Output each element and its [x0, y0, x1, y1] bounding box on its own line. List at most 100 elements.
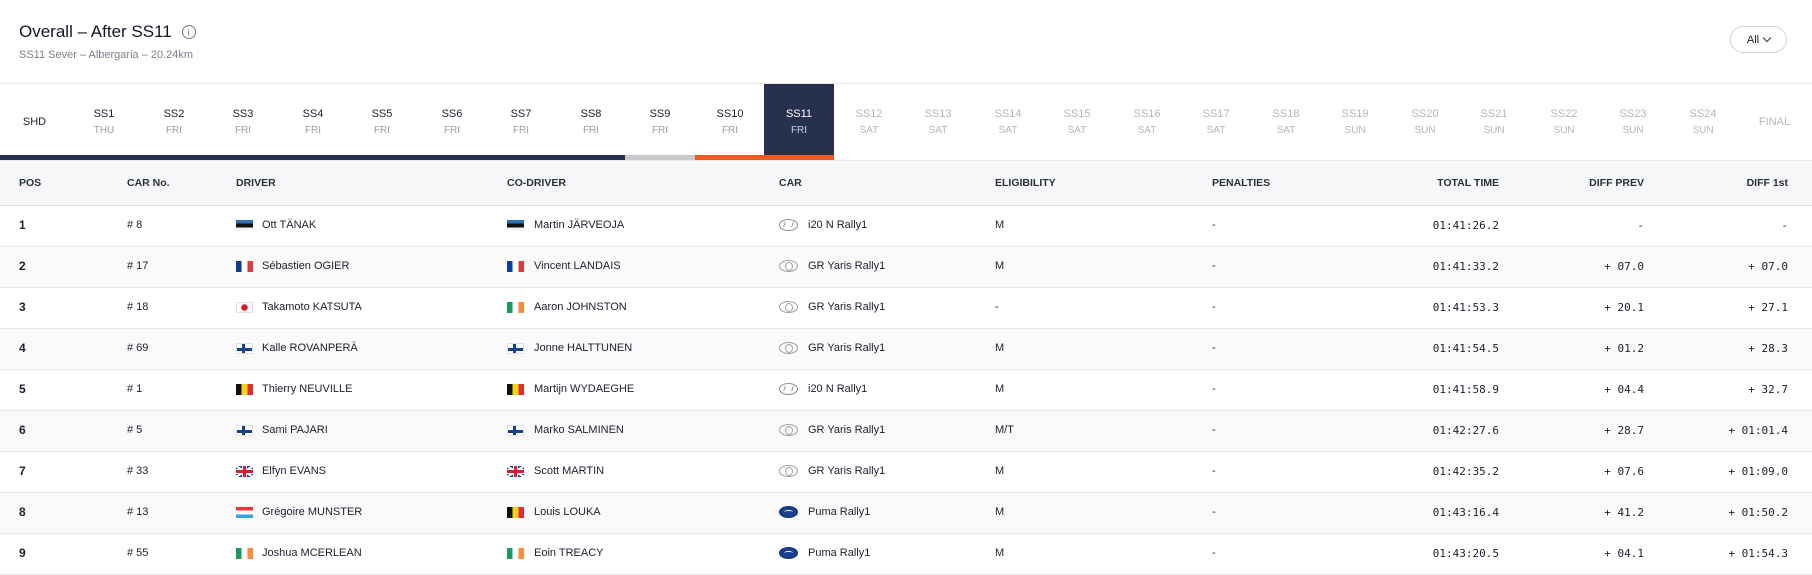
- car-number-cell: # 13: [127, 506, 149, 518]
- stage-tab-shd[interactable]: SHD: [0, 84, 69, 160]
- stage-tab-ss23[interactable]: SS23 SUN: [1598, 84, 1668, 160]
- table-row[interactable]: 5 # 1 Thierry NEUVILLE Martijn WYDAEGHE i20 …: [0, 370, 1812, 411]
- stage-day: SAT: [928, 125, 948, 136]
- stage-tab-ss5[interactable]: SS5 FRI: [347, 84, 417, 160]
- stage-name: SS18: [1272, 108, 1300, 120]
- stage-tab-ss17[interactable]: SS17 SAT: [1181, 84, 1251, 160]
- driver-name[interactable]: Elfyn EVANS: [262, 465, 326, 477]
- stage-tab-ss1[interactable]: SS1 THU: [69, 84, 139, 160]
- driver-name[interactable]: Joshua MCERLEAN: [262, 547, 362, 559]
- stage-day: FRI: [165, 125, 183, 136]
- stage-tab-ss10[interactable]: SS10 FRI: [695, 84, 765, 160]
- stage-tab-ss18[interactable]: SS18 SAT: [1251, 84, 1321, 160]
- driver-name[interactable]: Sébastien OGIER: [262, 260, 349, 272]
- car-number-cell: # 18: [127, 301, 149, 313]
- diff-first-cell: + 01:54.3: [1728, 547, 1788, 560]
- driver-name[interactable]: Ott TÄNAK: [262, 219, 316, 231]
- co-driver-name[interactable]: Scott MARTIN: [534, 465, 604, 477]
- diff-first-cell: + 01:01.4: [1728, 424, 1788, 437]
- stage-day: SAT: [1276, 125, 1296, 136]
- stage-name: SS3: [232, 108, 254, 120]
- col-total-time[interactable]: TOTAL TIME: [1437, 177, 1499, 189]
- stage-tab-ss7[interactable]: SS7 FRI: [486, 84, 556, 160]
- table-row[interactable]: 6 # 5 Sami PAJARI Marko SALMINEN GR Yaris Ra…: [0, 411, 1812, 452]
- stage-tab-ss24[interactable]: SS24 SUN: [1668, 84, 1738, 160]
- stage-tab-ss8[interactable]: SS8 FRI: [556, 84, 626, 160]
- co-driver-name[interactable]: Martijn WYDAEGHE: [534, 383, 634, 395]
- stage-tab-ss15[interactable]: SS15 SAT: [1042, 84, 1112, 160]
- driver-name[interactable]: Sami PAJARI: [262, 424, 328, 436]
- col-car[interactable]: CAR: [779, 177, 802, 189]
- driver-name[interactable]: Grégoire MUNSTER: [262, 506, 362, 518]
- col-driver[interactable]: DRIVER: [236, 177, 276, 189]
- toyota-logo-icon: [779, 301, 798, 313]
- stage-tab-ss22[interactable]: SS22 SUN: [1529, 84, 1599, 160]
- table-row[interactable]: 8 # 13 Grégoire MUNSTER Louis LOUKA Puma Ral…: [0, 493, 1812, 534]
- col-penalties[interactable]: PENALTIES: [1212, 177, 1270, 189]
- stage-tab-ss11[interactable]: SS11 FRI: [764, 84, 834, 160]
- col-car-no[interactable]: CAR No.: [127, 177, 170, 189]
- col-diff-prev[interactable]: DIFF PREV: [1589, 177, 1644, 189]
- car-model-cell: GR Yaris Rally1: [808, 301, 886, 313]
- finland-flag-icon: [507, 343, 524, 354]
- toyota-logo-icon: [779, 260, 798, 272]
- co-driver-name[interactable]: Louis LOUKA: [534, 506, 601, 518]
- stage-tab-ss14[interactable]: SS14 SAT: [973, 84, 1043, 160]
- stage-tab-ss12[interactable]: SS12 SAT: [834, 84, 904, 160]
- stage-tab-ss4[interactable]: SS4 FRI: [278, 84, 348, 160]
- driver-name[interactable]: Takamoto KATSUTA: [262, 301, 362, 313]
- stage-day: FRI: [721, 125, 739, 136]
- stage-tab-ss6[interactable]: SS6 FRI: [417, 84, 487, 160]
- results-header: Overall – After SS11 SS11 Sever – Alberg…: [0, 0, 1812, 84]
- stage-name: SS5: [371, 108, 393, 120]
- class-filter-dropdown[interactable]: All: [1730, 26, 1787, 53]
- col-co-driver[interactable]: CO-DRIVER: [507, 177, 566, 189]
- table-row[interactable]: 3 # 18 Takamoto KATSUTA Aaron JOHNSTON GR Ya…: [0, 288, 1812, 329]
- table-row[interactable]: 2 # 17 Sébastien OGIER Vincent LANDAIS GR Ya…: [0, 247, 1812, 288]
- stage-tab-ss21[interactable]: SS21 SUN: [1459, 84, 1529, 160]
- finland-flag-icon: [236, 343, 253, 354]
- driver-name[interactable]: Kalle ROVANPERÄ: [262, 342, 358, 354]
- co-driver-name[interactable]: Martin JÄRVEOJA: [534, 219, 624, 231]
- stage-name: SS13: [924, 108, 952, 120]
- estonia-flag-icon: [236, 220, 253, 231]
- position-cell: 4: [19, 341, 26, 355]
- car-model-cell: i20 N Rally1: [808, 219, 868, 231]
- stage-tab-ss3[interactable]: SS3 FRI: [208, 84, 278, 160]
- stage-tab-ss20[interactable]: SS20 SUN: [1390, 84, 1460, 160]
- co-driver-name[interactable]: Eoin TREACY: [534, 547, 604, 559]
- stage-tab-ss9[interactable]: SS9 FRI: [625, 84, 695, 160]
- filter-label: All: [1746, 33, 1760, 46]
- stage-tab-ss2[interactable]: SS2 FRI: [139, 84, 209, 160]
- co-driver-name[interactable]: Marko SALMINEN: [534, 424, 624, 436]
- stage-tab-final[interactable]: FINAL: [1737, 84, 1812, 160]
- hyundai-logo-icon: [779, 383, 798, 395]
- penalties-cell: -: [1212, 342, 1216, 354]
- table-row[interactable]: 1 # 8 Ott TÄNAK Martin JÄRVEOJA i20 N Rally1…: [0, 206, 1812, 247]
- driver-name[interactable]: Thierry NEUVILLE: [262, 383, 352, 395]
- info-icon[interactable]: [181, 25, 196, 39]
- co-driver-name[interactable]: Vincent LANDAIS: [534, 260, 621, 272]
- total-time-cell: 01:41:54.5: [1432, 342, 1499, 355]
- co-driver-name[interactable]: Jonne HALTTUNEN: [534, 342, 632, 354]
- stage-name: SS24: [1689, 108, 1717, 120]
- car-model-cell: GR Yaris Rally1: [808, 465, 886, 477]
- co-driver-name[interactable]: Aaron JOHNSTON: [534, 301, 627, 313]
- table-row[interactable]: 9 # 55 Joshua MCERLEAN Eoin TREACY Puma Rall…: [0, 534, 1812, 575]
- stage-tab-ss16[interactable]: SS16 SAT: [1112, 84, 1182, 160]
- car-model-cell: Puma Rally1: [808, 506, 871, 518]
- col-pos[interactable]: POS: [19, 177, 41, 189]
- table-row[interactable]: 7 # 33 Elfyn EVANS Scott MARTIN GR Yaris Ral…: [0, 452, 1812, 493]
- position-cell: 3: [19, 300, 26, 314]
- stage-tab-ss19[interactable]: SS19 SUN: [1320, 84, 1390, 160]
- chevron-down-icon: [1762, 33, 1772, 43]
- position-cell: 1: [19, 218, 26, 232]
- col-eligibility[interactable]: ELIGIBILITY: [995, 177, 1056, 189]
- total-time-cell: 01:42:35.2: [1432, 465, 1499, 478]
- stage-day: SUN: [1553, 125, 1575, 136]
- stage-tab-ss13[interactable]: SS13 SAT: [903, 84, 973, 160]
- table-row[interactable]: 4 # 69 Kalle ROVANPERÄ Jonne HALTTUNEN GR Ya…: [0, 329, 1812, 370]
- belgium-flag-icon: [507, 507, 524, 518]
- stage-day: FRI: [373, 125, 391, 136]
- col-diff-first[interactable]: DIFF 1st: [1747, 177, 1788, 189]
